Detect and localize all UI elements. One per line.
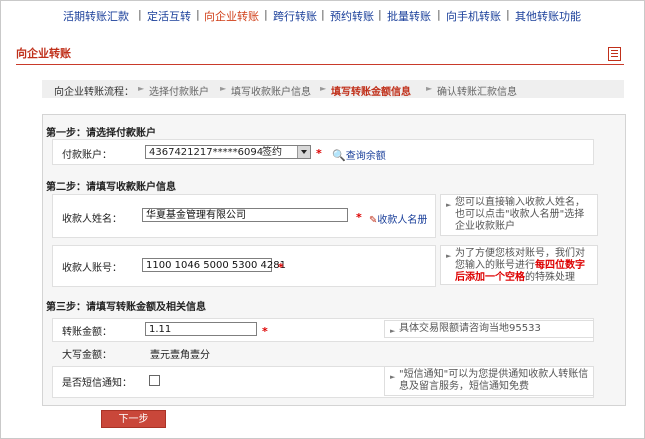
nav-item-current-transfer[interactable]: 活期转账汇款 xyxy=(63,8,129,24)
nav-separator: | xyxy=(138,8,142,21)
sms-hint: ► "短信通知"可以为您提供通知收款人转账信息及留言服务，短信通知免费 xyxy=(384,366,594,396)
nav-separator: | xyxy=(321,8,325,21)
required-mark: * xyxy=(316,147,322,160)
nav-item-to-mobile[interactable]: 向手机转账 xyxy=(446,8,501,24)
hint-arrow-icon: ► xyxy=(390,373,396,381)
nav-item-other-transfers[interactable]: 其他转账功能 xyxy=(515,8,581,24)
breadcrumb: 向企业转账流程： ► 选择付款账户 ► 填写收款账户信息 ► 填写转账金额信息 … xyxy=(42,80,624,98)
nav-separator: | xyxy=(506,8,510,21)
step1-row xyxy=(52,139,594,165)
breadcrumb-step: 填写收款账户信息 xyxy=(231,87,311,98)
nav-item-batch[interactable]: 批量转账 xyxy=(387,8,431,24)
amount-input[interactable]: 1.11 xyxy=(145,322,257,336)
page-title: 向企业转账 xyxy=(16,47,71,60)
payer-account-select[interactable]: 4367421217*****6094 签约 xyxy=(145,145,311,159)
payer-account-value: 4367421217*****6094 xyxy=(149,147,264,158)
top-nav: 活期转账汇款 | 定活互转 | 向企业转账 | 跨行转账 | 预约转账 | 批量… xyxy=(0,8,645,24)
breadcrumb-lead: 向企业转账流程： xyxy=(54,87,134,98)
capital-amount-value: 壹元壹角壹分 xyxy=(150,350,210,361)
payee-name-input[interactable]: 华夏基金管理有限公司 xyxy=(142,208,348,222)
step1-title: 第一步：请选择付款账户 xyxy=(46,128,156,139)
required-mark: * xyxy=(278,261,284,274)
amount-hint: ► 具体交易限额请咨询当地95533 xyxy=(384,320,594,338)
breadcrumb-step: 确认转账汇款信息 xyxy=(437,87,517,98)
capital-amount-label: 大写金额： xyxy=(62,350,112,361)
required-mark: * xyxy=(262,325,268,338)
nav-item-interbank[interactable]: 跨行转账 xyxy=(273,8,317,24)
breadcrumb-step: 选择付款账户 xyxy=(149,87,209,98)
amount-label: 转账金额： xyxy=(62,327,112,338)
payee-name-label: 收款人姓名： xyxy=(62,214,122,225)
query-balance-link[interactable]: 🔍查询余额 xyxy=(332,147,386,162)
payee-list-link[interactable]: ✎收款人名册 xyxy=(369,211,427,226)
breadcrumb-step-current: 填写转账金额信息 xyxy=(331,87,411,98)
hint-arrow-icon: ► xyxy=(446,252,452,260)
payee-account-label: 收款人账号： xyxy=(62,263,122,274)
required-mark: * xyxy=(356,211,362,224)
nav-separator: | xyxy=(378,8,382,21)
nav-item-scheduled[interactable]: 预约转账 xyxy=(330,8,374,24)
title-bar: 向企业转账 xyxy=(16,42,624,65)
step2-title: 第二步：请填写收款账户信息 xyxy=(46,182,176,193)
document-icon[interactable] xyxy=(608,47,621,61)
magnifier-icon: 🔍 xyxy=(332,149,346,162)
nav-separator: | xyxy=(264,8,268,21)
nav-item-fixed-current[interactable]: 定活互转 xyxy=(147,8,191,24)
sms-checkbox[interactable] xyxy=(149,375,160,386)
hint-arrow-icon: ► xyxy=(446,201,452,209)
hint-arrow-icon: ► xyxy=(390,327,396,335)
nav-item-to-enterprise[interactable]: 向企业转账 xyxy=(204,8,259,24)
payee-account-hint: ► 为了方便您核对账号，我们对您输入的账号进行每四位数字后添加一个空格的特殊处理 xyxy=(440,245,598,285)
breadcrumb-arrow-icon: ► xyxy=(138,84,145,93)
next-button[interactable]: 下一步 xyxy=(101,410,166,428)
nav-separator: | xyxy=(196,8,200,21)
payer-account-tag: 签约 xyxy=(262,147,282,158)
breadcrumb-arrow-icon: ► xyxy=(320,84,327,93)
breadcrumb-arrow-icon: ► xyxy=(426,84,433,93)
nav-separator: | xyxy=(437,8,441,21)
sms-label: 是否短信通知： xyxy=(62,378,132,389)
payee-account-input[interactable]: 1100 1046 5000 5300 4281 xyxy=(142,258,286,272)
step3-title: 第三步：请填写转账金额及相关信息 xyxy=(46,302,206,313)
breadcrumb-arrow-icon: ► xyxy=(220,84,227,93)
payer-account-label: 付款账户： xyxy=(62,150,112,161)
payee-name-hint: ► 您可以直接输入收款人姓名，也可以点击"收款人名册"选择企业收款账户 xyxy=(440,194,598,236)
chevron-down-icon[interactable] xyxy=(297,146,310,158)
